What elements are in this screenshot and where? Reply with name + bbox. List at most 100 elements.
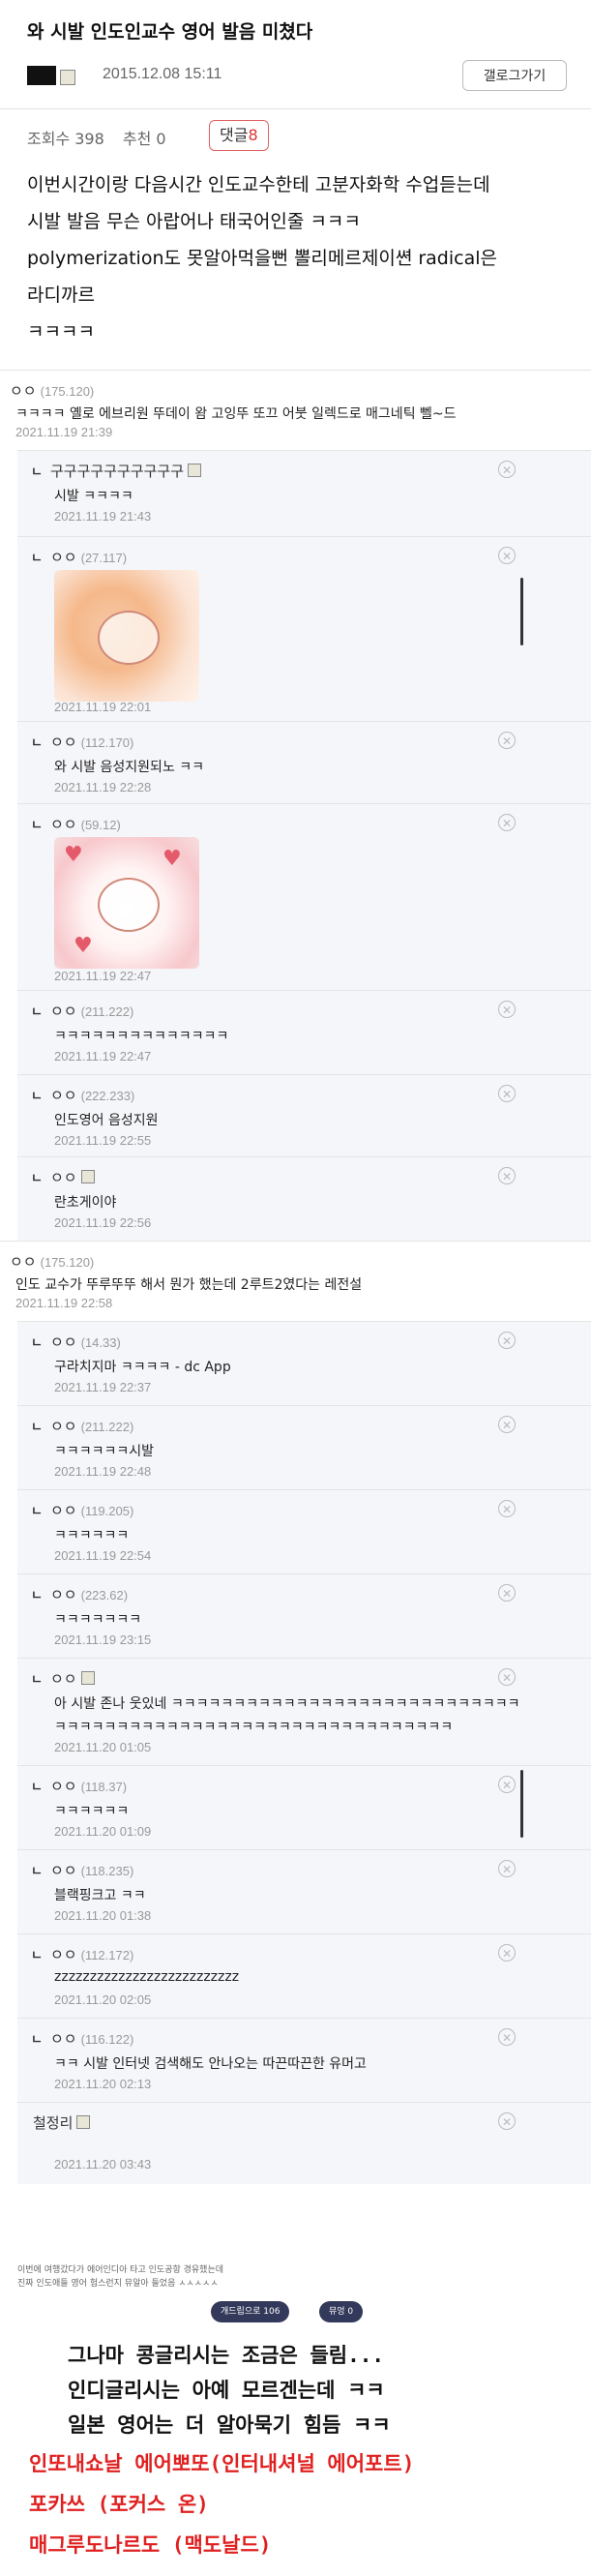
delete-icon[interactable]: ✕ (498, 1584, 516, 1602)
comment-author: ㅇㅇ (27.117) (50, 547, 127, 567)
comment-author: ㅇㅇ (14.33) (50, 1332, 121, 1352)
comment-nick: 철정리 (33, 2114, 74, 2132)
comment-nick: ㅇㅇ (10, 382, 37, 400)
comment-time: 2021.11.19 22:47 (54, 1049, 152, 1063)
comment-label: 댓글 (220, 126, 249, 144)
writer-name-redacted[interactable] (27, 66, 56, 85)
delete-icon[interactable]: ✕ (498, 1085, 516, 1102)
delete-icon[interactable]: ✕ (498, 1001, 516, 1018)
reply: ㄴ ㅇㅇ (116.122) ㅋㅋ 시발 인터넷 검색해도 안나오는 따끈따끈한 … (17, 2018, 591, 2102)
comment-text: ㅋㅋㅋㅋㅋㅋㅋㅋㅋㅋㅋㅋㅋㅋ (54, 1029, 229, 1044)
comment-author: ㅇㅇ (50, 1668, 95, 1689)
comment-text: zzzzzzzzzzzzzzzzzzzzzzzzzz (54, 1969, 240, 1985)
delete-icon[interactable]: ✕ (498, 1776, 516, 1793)
body-line: 라디까르 (27, 285, 95, 306)
comment-time: 2021.11.20 01:05 (54, 1740, 152, 1754)
reply-arrow-icon: ㄴ (31, 1781, 43, 1795)
reply: ㄴ ㅇㅇ (211.222) ㅋㅋㅋㅋㅋㅋㅋㅋㅋㅋㅋㅋㅋㅋ 2021.11.19 … (17, 990, 591, 1074)
sticker-face-icon (98, 611, 160, 665)
reply: ㄴ 구구구구구구구구구구 시발 ㅋㅋㅋㅋ 2021.11.19 21:43 ✕ (17, 450, 591, 536)
reply: 철정리 2021.11.20 03:43 ✕ (17, 2102, 591, 2184)
comment-ip: (222.233) (80, 1089, 135, 1103)
post-date: 2015.12.08 15:11 (103, 66, 222, 82)
comment-time: 2021.11.20 02:05 (54, 1992, 152, 2007)
delete-icon[interactable]: ✕ (498, 1668, 516, 1686)
comment-text: 시발 ㅋㅋㅋㅋ (54, 489, 133, 504)
reply: ㄴ ㅇㅇ (223.62) ㅋㅋㅋㅋㅋㅋㅋ 2021.11.19 23:15 ✕ (17, 1573, 591, 1658)
gaedrip-button[interactable]: 개드립으로 106 (211, 2301, 290, 2322)
reply-arrow-icon: ㄴ (31, 1505, 43, 1519)
reply: ㄴ ㅇㅇ (118.235) 블랙핑크고 ㅋㅋ 2021.11.20 01:38 … (17, 1849, 591, 1933)
heart-icon: ♥ (64, 843, 83, 867)
comment-text: 아 시발 존나 웃있네 ㅋㅋㅋㅋㅋㅋㅋㅋㅋㅋㅋㅋㅋㅋㅋㅋㅋㅋㅋㅋㅋㅋㅋㅋㅋㅋㅋㅋ (54, 1696, 520, 1712)
caption-line: 인디글리시는 아예 모르겐는데 ㅋㅋ (68, 2379, 385, 2402)
reply-arrow-icon: ㄴ (31, 1336, 43, 1351)
comment-time: 2021.11.19 22:55 (54, 1133, 152, 1148)
comment-time: 2021.11.19 22:01 (54, 700, 152, 714)
body-line: 시발 발음 무슨 아랍어나 태국어인줄 ㅋㅋㅋ (27, 211, 361, 232)
comment-time: 2021.11.19 22:28 (54, 780, 152, 794)
comment-ip: (112.170) (80, 735, 134, 750)
delete-icon[interactable]: ✕ (498, 2112, 516, 2130)
comment-nick: ㅇㅇ (50, 1169, 77, 1186)
comment-author: 철정리 (33, 2112, 91, 2133)
delete-icon[interactable]: ✕ (498, 732, 516, 749)
comment-count-badge[interactable]: 댓글8 (209, 120, 269, 151)
comment-nick: ㅇㅇ (50, 1418, 77, 1435)
sticker-face-icon (98, 878, 160, 932)
comment-time: 2021.11.19 22:37 (54, 1380, 152, 1394)
reply: ㄴ ㅇㅇ 아 시발 존나 웃있네 ㅋㅋㅋㅋㅋㅋㅋㅋㅋㅋㅋㅋㅋㅋㅋㅋㅋㅋㅋㅋㅋㅋㅋ… (17, 1658, 591, 1765)
delete-icon[interactable]: ✕ (498, 1167, 516, 1184)
reply: ㄴ ㅇㅇ (118.37) ㅋㅋㅋㅋㅋㅋ 2021.11.20 01:09 ✕ (17, 1765, 591, 1849)
comment-author: ㅇㅇ (112.170) (50, 732, 133, 752)
delete-icon[interactable]: ✕ (498, 1500, 516, 1517)
comment-author: ㅇㅇ (112.172) (50, 1944, 133, 1964)
delete-icon[interactable]: ✕ (498, 814, 516, 831)
fixed-nick-icon (76, 2115, 91, 2129)
fixed-nick-icon (80, 1671, 95, 1685)
reply-arrow-icon: ㄴ (31, 1421, 43, 1435)
comment-author: ㅇㅇ (118.235) (50, 1860, 133, 1880)
writer-badge-icon (60, 70, 75, 85)
comment-author: ㅇㅇ (211.222) (50, 1001, 133, 1021)
gallog-button[interactable]: 갤로그가기 (462, 60, 567, 91)
comment-time: 2021.11.20 01:38 (54, 1908, 152, 1923)
comment-ip: (175.120) (40, 1255, 95, 1270)
delete-icon[interactable]: ✕ (498, 1944, 516, 1962)
mueong-button[interactable]: 뮤엉 0 (319, 2301, 364, 2322)
body-line: ㅋㅋㅋㅋ (27, 321, 95, 343)
comment-text: ㅋㅋㅋㅋㅋㅋ (54, 1528, 130, 1543)
comment-text: 구라치지마 ㅋㅋㅋㅋ - dc App (54, 1360, 231, 1375)
reply: ㄴ ㅇㅇ (59.12) ♥ ♥ ♥ 2021.11.19 22:47 ✕ (17, 803, 591, 990)
comment-time: 2021.11.19 21:39 (15, 425, 113, 439)
comment-author: ㅇㅇ (175.120) (10, 380, 94, 401)
footnote: 진짜 인도애들 영어 험스런지 뮤알아 들었음 ㅅㅅㅅㅅㅅ (17, 2279, 219, 2289)
comment: ㅇㅇ (175.120) 인도 교수가 뚜루뚜뚜 해서 뭔가 했는데 2루트2였다… (0, 1241, 591, 1321)
comment-nick: ㅇㅇ (50, 2030, 77, 2048)
divider (0, 108, 591, 109)
reply-arrow-icon: ㄴ (31, 1589, 43, 1603)
comment-time: 2021.11.19 22:54 (54, 1548, 152, 1563)
comment-time: 2021.11.19 22:58 (15, 1296, 113, 1310)
comment-author: ㅇㅇ (50, 1167, 95, 1187)
delete-icon[interactable]: ✕ (498, 461, 516, 478)
scrollbar[interactable] (520, 578, 523, 645)
comment-text: ㅋㅋㅋㅋㅋㅋ (54, 1804, 130, 1819)
delete-icon[interactable]: ✕ (498, 547, 516, 564)
delete-icon[interactable]: ✕ (498, 1416, 516, 1433)
comment: ㅇㅇ (175.120) ㅋㅋㅋㅋ 옐로 에브리원 뚜데이 왐 고잉뚜 또끄 어붓… (0, 370, 591, 450)
comment-ip: (116.122) (80, 2032, 134, 2047)
comment-text: ㅋㅋ 시발 인터넷 검색해도 안나오는 따끈따끈한 유머고 (54, 2056, 367, 2072)
reply-arrow-icon: ㄴ (31, 1949, 43, 1963)
comment-text: 와 시발 음성지원되노 ㅋㅋ (54, 760, 205, 775)
delete-icon[interactable]: ✕ (498, 1860, 516, 1877)
comment-text: ㅋㅋㅋㅋㅋㅋㅋㅋㅋㅋㅋㅋㅋㅋㅋㅋㅋㅋㅋㅋㅋㅋㅋㅋㅋㅋㅋㅋㅋㅋㅋㅋ (54, 1720, 454, 1735)
comment-nick: ㅇㅇ (50, 816, 77, 833)
view-count: 조회수 398 (27, 130, 104, 148)
reply: ㄴ ㅇㅇ 란초게이야 2021.11.19 22:56 ✕ (17, 1156, 591, 1241)
delete-icon[interactable]: ✕ (498, 2028, 516, 2046)
comment-author: ㅇㅇ (118.37) (50, 1776, 127, 1796)
scrollbar[interactable] (520, 1770, 523, 1838)
footnote: 이번에 여행갔다가 에어인디아 타고 인도공항 경유했는데 (17, 2265, 224, 2275)
delete-icon[interactable]: ✕ (498, 1332, 516, 1349)
